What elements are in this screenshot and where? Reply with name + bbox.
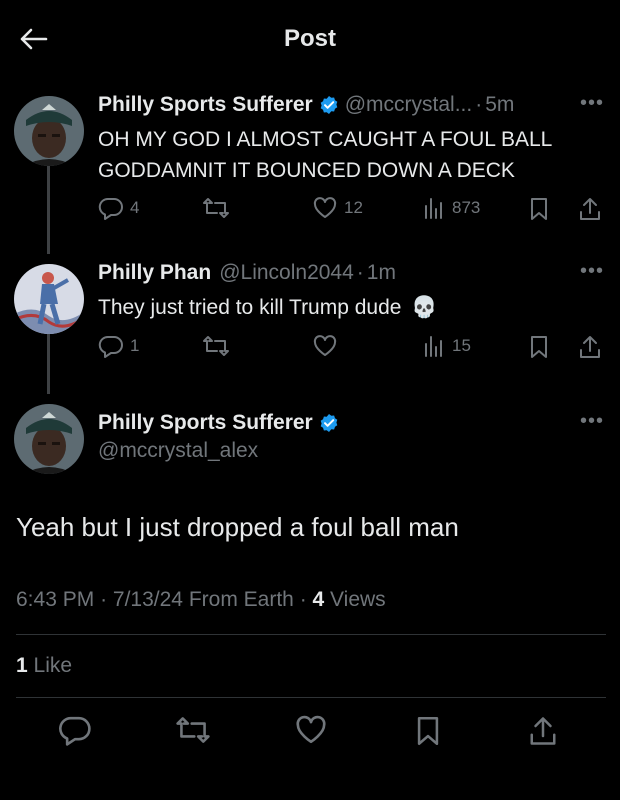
reply-icon <box>59 716 91 746</box>
separator-dot: · <box>100 588 113 611</box>
like-button[interactable] <box>294 714 328 751</box>
header: Post <box>0 0 620 78</box>
tweet-meta: 6:43 PM · 7/13/24 From Earth · 4 Views <box>16 588 386 612</box>
divider <box>16 634 606 635</box>
verified-icon <box>319 95 339 115</box>
separator-dot: · <box>356 261 364 284</box>
views-button[interactable]: 15 <box>422 334 471 358</box>
share-icon <box>530 717 556 745</box>
share-button[interactable] <box>528 714 558 753</box>
tweet-text: OH MY GOD I ALMOST CAUGHT A FOUL BALL GO… <box>98 124 600 186</box>
avatar[interactable] <box>14 96 84 166</box>
main-author: Philly Sports Sufferer @mccrystal_alex <box>98 410 600 466</box>
avatar[interactable] <box>14 264 84 334</box>
author-handle: @mccrystal_alex <box>98 439 259 462</box>
avatar[interactable] <box>14 404 84 474</box>
retweet-icon <box>203 198 229 218</box>
thread-line <box>47 334 50 394</box>
author-name[interactable]: Philly Phan <box>98 260 211 286</box>
timestamp[interactable]: 5m <box>485 92 514 118</box>
reply-icon <box>98 335 123 358</box>
tweet-body: Philly Phan @Lincoln2044 · 1m They just … <box>98 260 600 323</box>
share-button[interactable] <box>578 334 602 360</box>
reply-count: 1 <box>130 336 140 355</box>
reply-count: 4 <box>130 198 140 217</box>
post-time[interactable]: 6:43 PM <box>16 588 94 611</box>
like-button[interactable] <box>312 334 338 358</box>
tweet-body: Philly Sports Sufferer @mccrystal... · 5… <box>98 92 600 186</box>
like-button[interactable]: 12 <box>312 196 363 220</box>
author-name[interactable]: Philly Sports Sufferer <box>98 410 313 436</box>
bookmark-button[interactable] <box>414 714 442 753</box>
like-icon <box>296 715 326 744</box>
views-button[interactable]: 873 <box>422 196 480 220</box>
author-row: Philly Phan @Lincoln2044 · 1m <box>98 260 600 286</box>
tweet-actions: 4 12 873 <box>98 196 604 226</box>
retweet-icon <box>176 717 210 743</box>
back-arrow-icon[interactable] <box>16 22 50 56</box>
reply-button[interactable]: 1 <box>98 334 139 358</box>
more-icon[interactable]: ••• <box>580 260 604 283</box>
author-handle: @Lincoln2044 <box>219 261 354 284</box>
timestamp[interactable]: 1m <box>367 260 396 286</box>
separator-dot: · <box>299 588 313 611</box>
bookmark-button[interactable] <box>528 196 550 222</box>
share-icon <box>580 198 600 220</box>
bookmark-icon <box>417 717 439 745</box>
views-count: 4 <box>312 588 325 611</box>
author-handle: @mccrystal... <box>344 93 473 116</box>
reply-button[interactable]: 4 <box>98 196 139 220</box>
page-title: Post <box>283 25 336 52</box>
post-source: From Earth <box>188 588 294 611</box>
views-count: 873 <box>452 198 481 217</box>
bookmark-icon <box>531 198 547 220</box>
share-button[interactable] <box>578 196 602 222</box>
retweet-icon <box>203 336 229 356</box>
post-date[interactable]: 7/13/24 <box>113 588 183 611</box>
verified-icon <box>319 413 339 433</box>
likes-label: Like <box>33 654 73 677</box>
tweet-text-line: They just tried to kill Trump dude <box>98 296 402 319</box>
divider <box>16 697 606 698</box>
views-icon <box>425 198 442 219</box>
like-icon <box>313 197 337 218</box>
retweet-button[interactable] <box>202 334 230 358</box>
views-icon <box>425 336 442 357</box>
retweet-button[interactable] <box>202 196 230 220</box>
like-icon <box>313 335 337 356</box>
reply-icon <box>98 197 123 220</box>
thread-line <box>47 166 50 254</box>
more-icon[interactable]: ••• <box>580 92 604 115</box>
views-label: Views <box>330 588 386 611</box>
separator-dot: · <box>475 93 483 116</box>
author-name[interactable]: Philly Sports Sufferer <box>98 92 313 118</box>
share-icon <box>580 336 600 358</box>
tweet-text-line: OH MY GOD I ALMOST CAUGHT A FOUL BALL <box>98 128 553 151</box>
author-row: Philly Sports Sufferer <box>98 410 600 436</box>
tweet-text-line: GODDAMNIT IT BOUNCED DOWN A DECK <box>98 159 515 182</box>
tweet-actions: 1 15 <box>98 334 604 364</box>
views-count: 15 <box>452 336 471 355</box>
bookmark-button[interactable] <box>528 334 550 360</box>
more-icon[interactable]: ••• <box>580 410 604 433</box>
main-actions <box>0 714 620 754</box>
author-row: Philly Sports Sufferer @mccrystal... · 5… <box>98 92 600 118</box>
bookmark-icon <box>531 336 547 358</box>
retweet-button[interactable] <box>175 714 211 751</box>
main-tweet-text: Yeah but I just dropped a foul ball man <box>16 512 459 542</box>
likes-count: 1 <box>16 654 28 677</box>
reply-button[interactable] <box>58 714 92 751</box>
like-count: 12 <box>344 198 363 217</box>
likes-summary[interactable]: 1 Like <box>16 654 72 678</box>
skull-emoji: 💀 <box>411 296 438 319</box>
tweet-text: They just tried to kill Trump dude 💀 <box>98 292 600 323</box>
